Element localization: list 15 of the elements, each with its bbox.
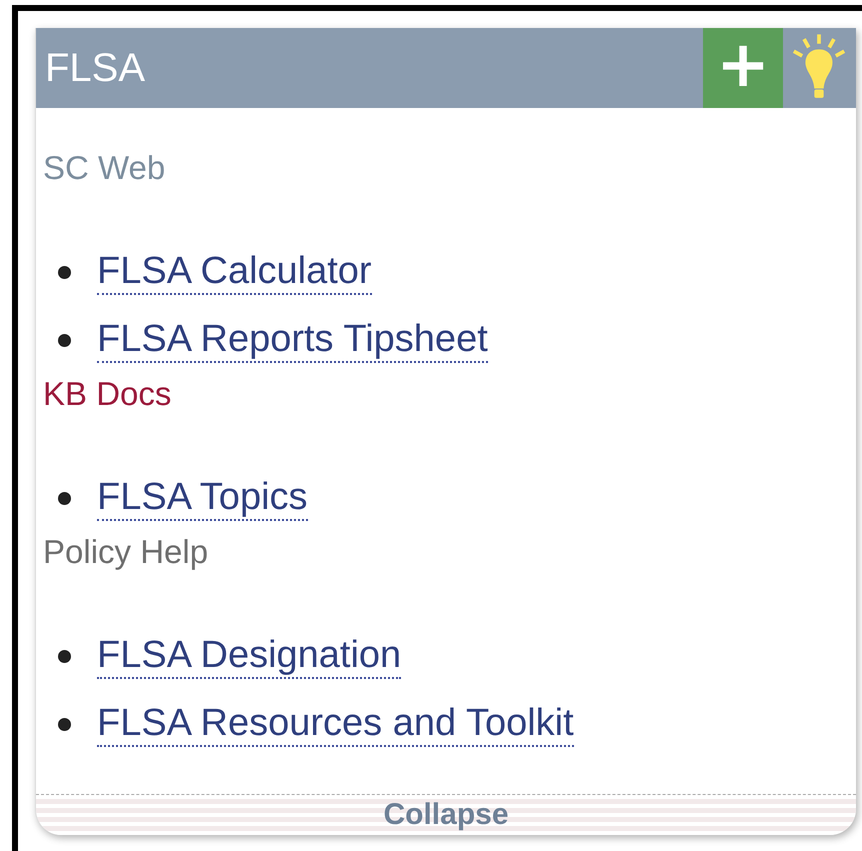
bullet-icon [58, 334, 71, 346]
bullet-icon [58, 266, 71, 278]
collapse-label: Collapse [383, 798, 509, 832]
link[interactable]: FLSA Reports Tipsheet [97, 317, 488, 363]
bullet-icon [58, 718, 71, 730]
link[interactable]: FLSA Resources and Toolkit [97, 701, 574, 747]
link[interactable]: FLSA Designation [97, 633, 402, 679]
link[interactable]: FLSA Calculator [97, 249, 372, 295]
panel-title: FLSA [44, 46, 146, 90]
section-heading: KB Docs [43, 374, 172, 414]
bullet-icon [58, 650, 71, 662]
section-heading: Policy Help [43, 532, 210, 572]
section-heading: SC Web [43, 148, 166, 188]
link[interactable]: FLSA Topics [97, 475, 308, 521]
bullet-icon [58, 492, 71, 504]
